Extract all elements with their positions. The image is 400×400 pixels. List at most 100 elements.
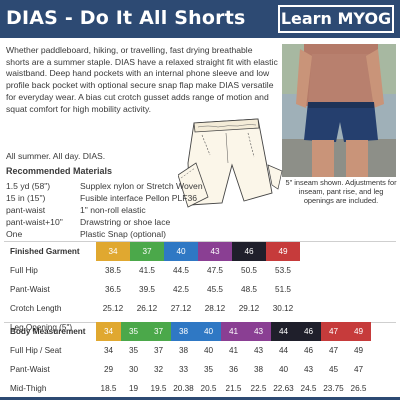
cell: 51.5 [275, 285, 291, 294]
size-header: 38 [171, 322, 196, 341]
tagline-text: All summer. All day. DIAS. [6, 151, 106, 161]
table-row: Mid-Thigh 18.5 19 19.5 20.38 20.5 21.5 2… [4, 379, 371, 398]
cell: 21.5 [225, 384, 242, 393]
cell: 48.5 [241, 285, 257, 294]
size-header: 40 [164, 242, 198, 261]
size-header: 40 [196, 322, 221, 341]
cell: 50.5 [241, 266, 257, 275]
materials-heading: Recommended Materials [6, 166, 113, 176]
table-row: Crotch Length 25.12 26.12 27.12 28.12 29… [4, 299, 300, 318]
table-row: Pant-Waist 29 30 32 33 35 36 38 40 43 45… [4, 360, 371, 379]
cell: 26.5 [350, 384, 367, 393]
photo-caption: 5" inseam shown. Adjustments for inseam,… [285, 178, 397, 205]
table-row: Full Hip 38.5 41.5 44.5 47.5 50.5 53.5 [4, 261, 300, 280]
page-title: DIAS - Do It All Shorts [6, 7, 246, 29]
size-header: 37 [146, 322, 171, 341]
row-label: Pant-Waist [10, 365, 50, 374]
cell: 41.5 [139, 266, 155, 275]
cell: 39.5 [139, 285, 155, 294]
cell: 53.5 [275, 266, 291, 275]
size-header: 43 [246, 322, 271, 341]
cell: 25.12 [102, 304, 124, 313]
row-label: Full Hip [10, 266, 38, 275]
row-label: Full Hip / Seat [10, 346, 62, 355]
row-label: Pant-Waist [10, 285, 50, 294]
size-header: 43 [198, 242, 232, 261]
size-header: 34 [96, 242, 130, 261]
cell: 29.12 [238, 304, 260, 313]
material-item: 1" non-roll elastic [80, 205, 146, 215]
body-heading: Body Measurement [10, 327, 86, 336]
material-qty: pant-waist [6, 205, 46, 215]
cell: 40 [278, 365, 289, 374]
cell: 30.12 [272, 304, 294, 313]
cell: 34 [103, 346, 114, 355]
learn-myog-button[interactable]: Learn MYOG [278, 5, 394, 33]
cell: 49 [353, 346, 364, 355]
material-qty: pant-waist+10" [6, 217, 63, 227]
row-label: Mid-Thigh [10, 384, 47, 393]
table-row: Pant-Waist 36.5 39.5 42.5 45.5 48.5 51.5 [4, 280, 300, 299]
cell: 38 [178, 346, 189, 355]
size-header: 49 [346, 322, 371, 341]
model-photo-illustration [282, 44, 396, 177]
cell: 33 [178, 365, 189, 374]
size-header: 41 [221, 322, 246, 341]
cell: 19.5 [150, 384, 167, 393]
cell: 20.38 [173, 384, 194, 393]
size-header: 47 [321, 322, 346, 341]
cell: 43 [253, 346, 264, 355]
cell: 32 [153, 365, 164, 374]
cell: 42.5 [173, 285, 189, 294]
size-header: 46 [232, 242, 266, 261]
cell: 47.5 [207, 266, 223, 275]
header-bar: DIAS - Do It All Shorts Learn MYOG [0, 0, 400, 38]
cell: 28.12 [204, 304, 226, 313]
cell: 22.63 [273, 384, 294, 393]
material-item: Supplex nylon or Stretch Woven [80, 181, 203, 191]
cell: 30 [128, 365, 139, 374]
cell: 22.5 [250, 384, 267, 393]
body-measurement-table: Body Measurement 34 35 37 38 40 41 43 44… [4, 322, 371, 398]
material-item: Fusible interface Pellon PLF36 [80, 193, 198, 203]
cell: 35 [128, 346, 139, 355]
cell: 18.5 [100, 384, 117, 393]
cell: 41 [228, 346, 239, 355]
cell: 44.5 [173, 266, 189, 275]
cell: 45.5 [207, 285, 223, 294]
cell: 44 [278, 346, 289, 355]
cell: 29 [103, 365, 114, 374]
cell: 38.5 [105, 266, 121, 275]
size-header: 34 [96, 322, 121, 341]
cell: 27.12 [170, 304, 192, 313]
row-label: Crotch Length [10, 304, 62, 313]
model-photo [282, 44, 396, 177]
cell: 36 [228, 365, 239, 374]
cell: 45 [328, 365, 339, 374]
cell: 36.5 [105, 285, 121, 294]
cell: 38 [253, 365, 264, 374]
material-qty: One [6, 229, 23, 239]
size-header: 44 [271, 322, 296, 341]
size-header: 49 [266, 242, 300, 261]
finished-heading: Finished Garment [10, 247, 80, 256]
material-qty: 1.5 yd (58") [6, 181, 51, 191]
cell: 40 [203, 346, 214, 355]
cell: 35 [203, 365, 214, 374]
cell: 47 [328, 346, 339, 355]
cell: 24.5 [300, 384, 317, 393]
material-item: Drawstring or shoe lace [80, 217, 171, 227]
size-header: 37 [130, 242, 164, 261]
cell: 26.12 [136, 304, 158, 313]
cell: 43 [303, 365, 314, 374]
size-header: 35 [121, 322, 146, 341]
description-text: Whether paddleboard, hiking, or travelli… [6, 45, 278, 114]
cell: 23.75 [323, 384, 344, 393]
material-item: Plastic Snap (optional) [80, 229, 166, 239]
cell: 46 [303, 346, 314, 355]
size-header: 46 [296, 322, 321, 341]
cell: 47 [353, 365, 364, 374]
cell: 19 [128, 384, 139, 393]
cell: 37 [153, 346, 164, 355]
table-row: Full Hip / Seat 34 35 37 38 40 41 43 44 … [4, 341, 371, 360]
